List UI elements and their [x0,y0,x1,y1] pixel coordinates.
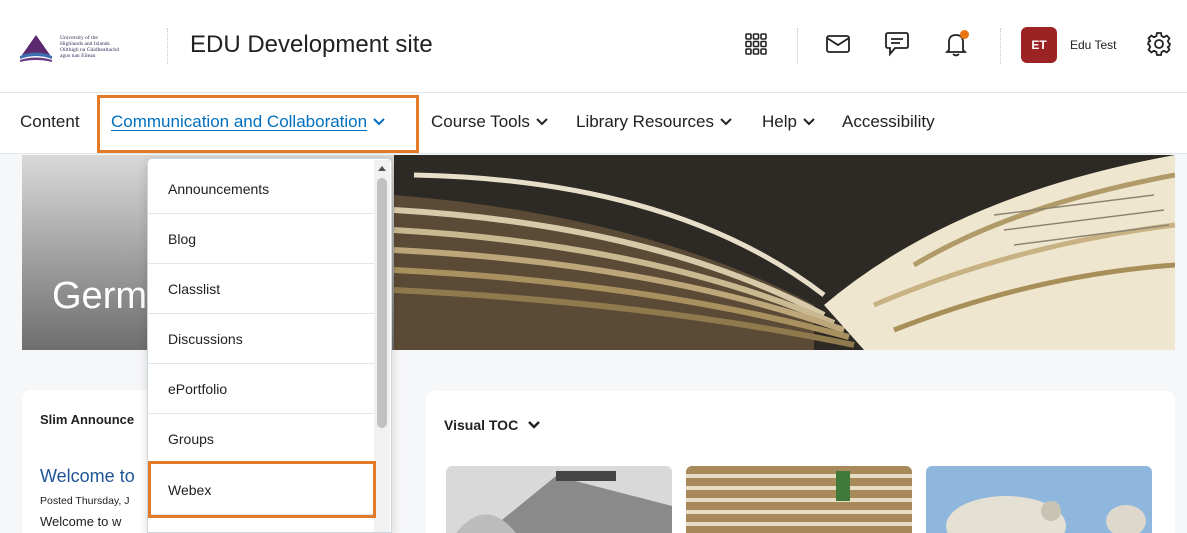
apps-grid-icon[interactable] [739,27,773,61]
nav-item-help[interactable]: Help [762,112,815,132]
nav-item-library-resources[interactable]: Library Resources [576,112,732,132]
divider [1000,28,1001,64]
menu-item-classlist[interactable]: Classlist [148,264,375,314]
mail-icon[interactable] [821,27,855,61]
toc-thumbnail[interactable] [926,466,1152,533]
toc-thumbnail[interactable] [446,466,672,533]
bell-icon[interactable] [939,27,973,61]
dropdown-scrollbar[interactable] [374,160,390,532]
nav-item-accessibility[interactable]: Accessibility [842,112,935,132]
notification-dot [960,30,969,39]
scroll-up-arrow-icon[interactable] [378,166,386,171]
chevron-down-icon [803,118,815,126]
avatar[interactable]: ET [1021,27,1057,63]
gear-icon[interactable] [1142,27,1176,61]
user-name[interactable]: Edu Test [1070,38,1116,52]
chat-icon[interactable] [880,27,914,61]
book-image [394,155,1175,350]
communication-dropdown-menu: Announcements Blog Classlist Discussions… [147,158,392,533]
announcements-widget: Slim Announce Welcome to Posted Thursday… [22,390,152,533]
nav-label: Library Resources [576,112,714,131]
divider [797,28,798,64]
chevron-down-icon [373,118,385,126]
chevron-down-icon [536,118,548,126]
menu-item-groups[interactable]: Groups [148,414,375,464]
divider [167,28,168,64]
scrollbar-thumb[interactable] [377,178,387,428]
widget-title: Slim Announce [40,412,135,427]
toc-thumbnail[interactable] [686,466,912,533]
nav-item-content[interactable]: Content [20,112,80,132]
nav-label: Content [20,112,80,131]
chevron-down-icon [528,421,541,429]
menu-item-discussions[interactable]: Discussions [148,314,375,364]
announcement-date: Posted Thursday, J [40,495,130,507]
banner-title: Germ [52,275,147,317]
announcement-body: Welcome to w [40,514,122,529]
nav-item-communication-and-collaboration[interactable]: Communication and Collaboration [111,112,385,132]
menu-item-blog[interactable]: Blog [148,214,375,264]
nav-label: Accessibility [842,112,935,131]
nav-label: Course Tools [431,112,530,131]
menu-item-announcements[interactable]: Announcements [148,164,375,214]
course-navbar: Content Communication and Collaboration … [0,92,1187,154]
menu-item-webex[interactable]: Webex [148,465,375,515]
uhi-logo-icon [20,35,52,62]
visual-toc-title: Visual TOC [444,417,519,433]
visual-toc-toggle[interactable]: Visual TOC [444,417,541,433]
nav-label: Help [762,112,797,131]
chevron-down-icon [720,118,732,126]
logo-line: agus nan Eilean [60,53,96,60]
announcement-headline[interactable]: Welcome to [40,466,135,487]
visual-toc-widget: Visual TOC [426,391,1175,533]
nav-item-course-tools[interactable]: Course Tools [431,112,548,132]
university-logo[interactable]: University of the Highlands and Islands … [18,26,158,68]
top-header: University of the Highlands and Islands … [0,0,1187,92]
site-title[interactable]: EDU Development site [190,31,433,59]
nav-label: Communication and Collaboration [111,112,368,131]
logo-text: University of the Highlands and Islands … [60,35,119,60]
menu-item-eportfolio[interactable]: ePortfolio [148,364,375,414]
